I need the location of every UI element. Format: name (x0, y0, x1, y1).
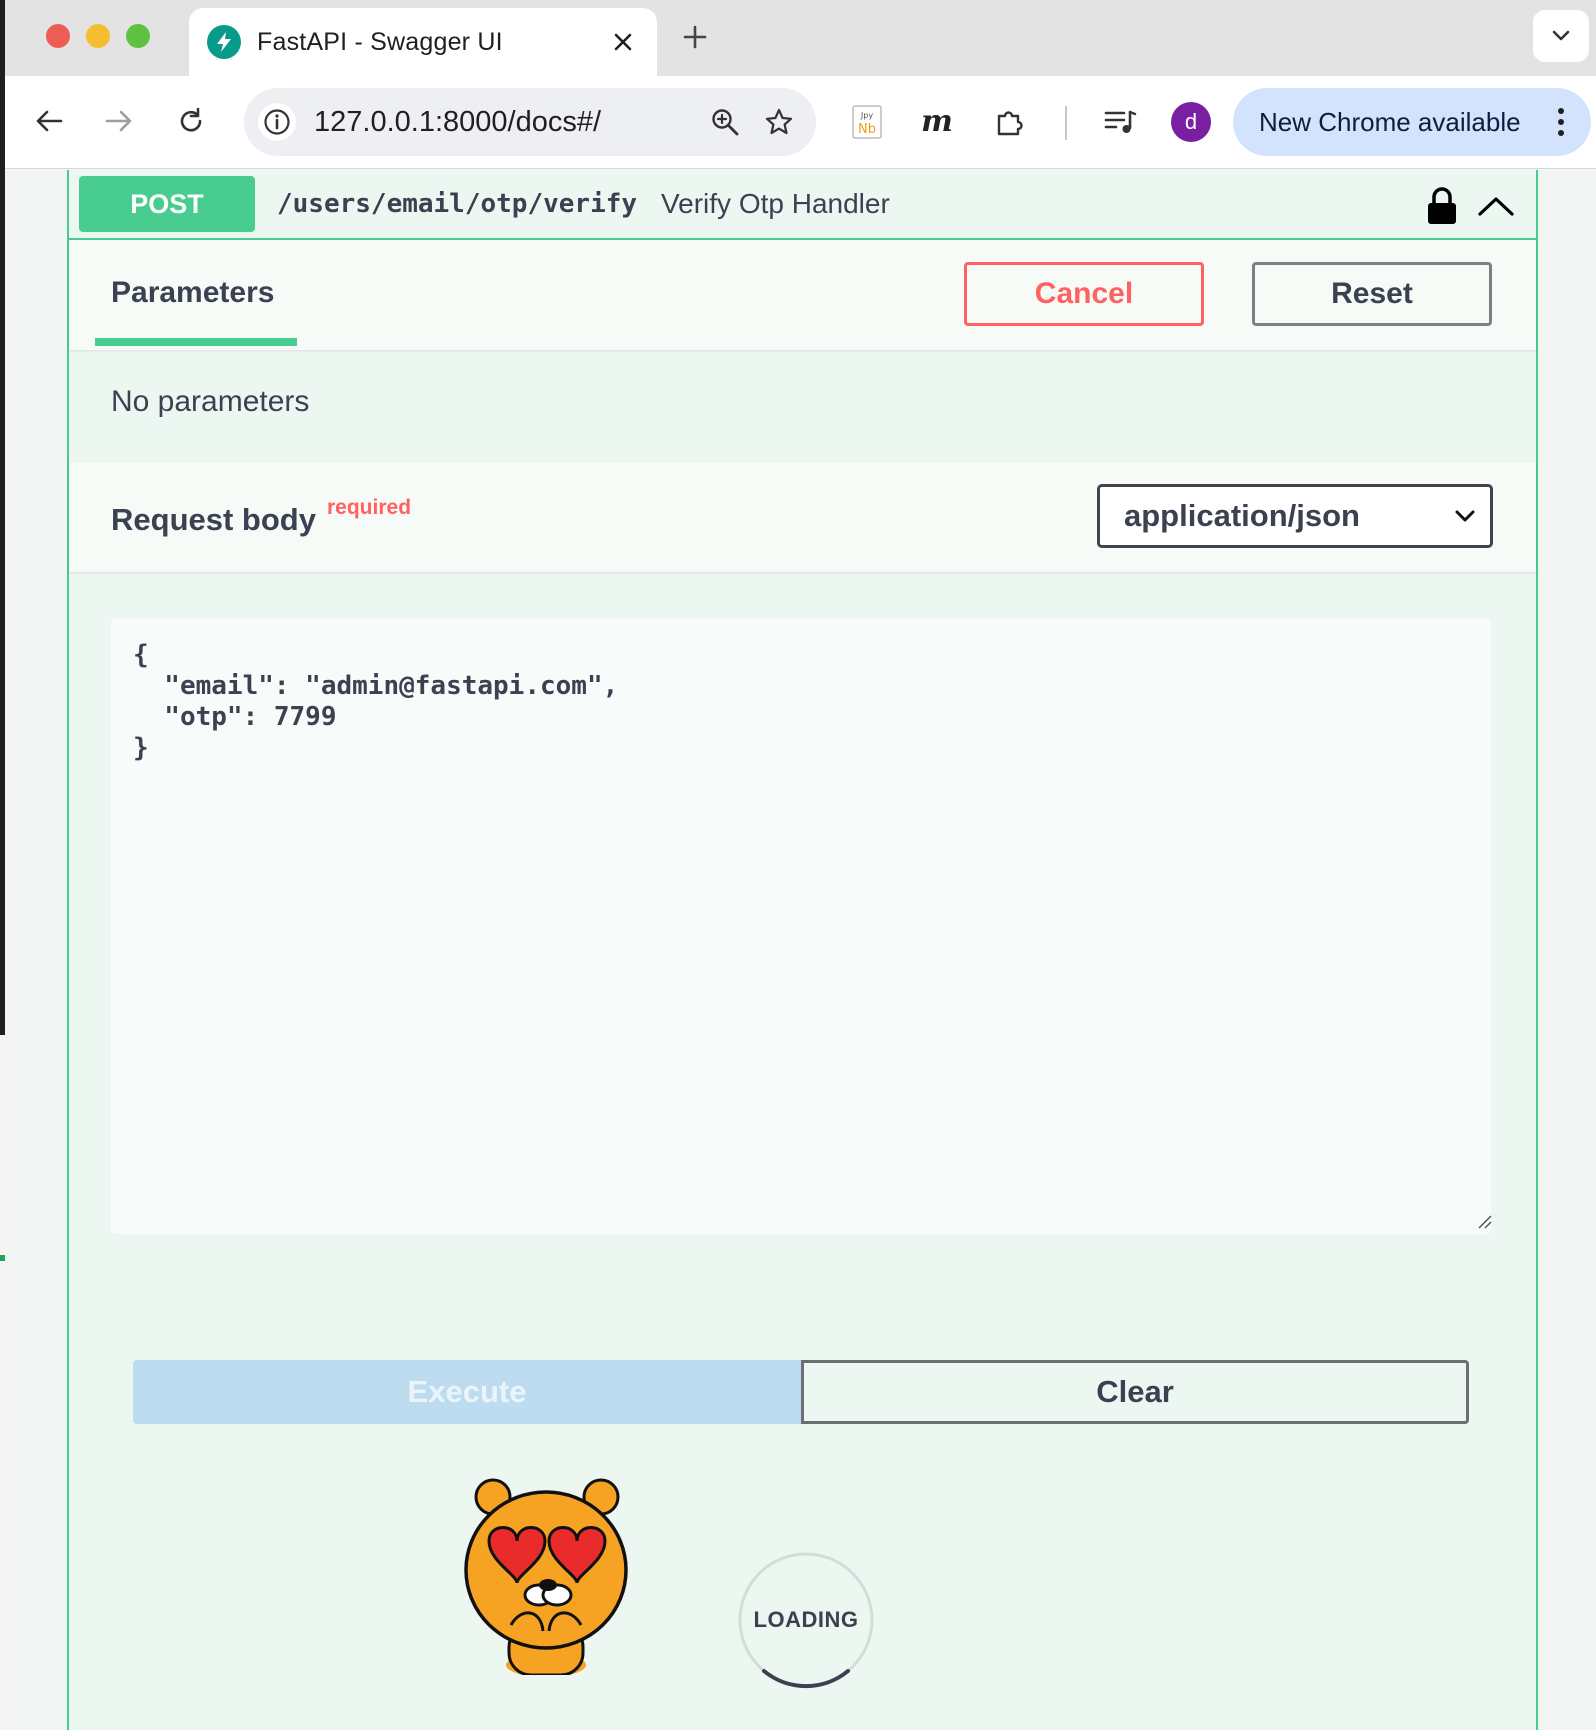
bookmark-star-icon[interactable] (752, 95, 806, 149)
active-tab-indicator (95, 338, 297, 346)
svg-text:Jpy: Jpy (860, 111, 873, 120)
execute-button[interactable]: Execute (133, 1360, 801, 1424)
svg-text:Nb: Nb (858, 122, 876, 137)
loading-label: LOADING (753, 1607, 859, 1632)
fastapi-icon (207, 25, 241, 59)
lock-icon[interactable] (1417, 178, 1467, 234)
site-info-icon[interactable] (258, 103, 296, 141)
close-window-button[interactable] (46, 24, 70, 48)
tab-title: FastAPI - Swagger UI (257, 27, 503, 56)
cancel-button[interactable]: Cancel (964, 262, 1204, 326)
clear-button[interactable]: Clear (801, 1360, 1469, 1424)
zoom-icon[interactable] (698, 95, 752, 149)
svg-text:m: m (921, 107, 953, 137)
reset-button[interactable]: Reset (1252, 262, 1492, 326)
chrome-update-button[interactable]: New Chrome available (1233, 88, 1591, 156)
operation-summary-text: Verify Otp Handler (661, 188, 890, 219)
tab-search-chevron-icon[interactable] (1533, 10, 1589, 62)
close-tab-icon[interactable] (601, 20, 645, 64)
tab-strip: FastAPI - Swagger UI (5, 0, 1596, 76)
browser-tab[interactable]: FastAPI - Swagger UI (189, 8, 657, 76)
toolbar-separator (1065, 106, 1067, 140)
parameters-header: Parameters Cancel Reset (69, 240, 1536, 350)
no-parameters-text: No parameters (111, 385, 310, 418)
content-type-value: application/json (1124, 498, 1360, 533)
new-tab-icon[interactable] (672, 14, 718, 60)
puzzle-icon[interactable] (984, 96, 1036, 148)
update-label: New Chrome available (1259, 106, 1521, 137)
request-body-header: Request body required application/json (69, 462, 1536, 572)
operation-summary[interactable]: POST /users/email/otp/verify Verify Otp … (69, 170, 1536, 240)
m-extension-icon[interactable]: m (911, 96, 963, 148)
address-bar[interactable]: 127.0.0.1:8000/docs#/ (244, 88, 816, 156)
back-arrow-icon[interactable] (22, 94, 76, 148)
request-body-title: Request body (111, 502, 316, 537)
minimize-window-button[interactable] (86, 24, 110, 48)
reload-icon[interactable] (164, 94, 218, 148)
maximize-window-button[interactable] (126, 24, 150, 48)
method-badge: POST (79, 176, 255, 232)
chevron-down-icon (1440, 509, 1490, 523)
url-text[interactable]: 127.0.0.1:8000/docs#/ (314, 106, 698, 139)
tab-parameters[interactable]: Parameters (111, 276, 274, 310)
bear-mascot-image (464, 1478, 628, 1675)
page-content: POST /users/email/otp/verify Verify Otp … (5, 170, 1596, 1730)
media-control-icon[interactable] (1095, 96, 1147, 148)
content-type-select[interactable]: application/json (1097, 484, 1493, 548)
forward-arrow-icon[interactable] (92, 94, 146, 148)
required-badge: required (327, 496, 412, 519)
profile-avatar[interactable]: d (1171, 102, 1211, 142)
operation-block-post: POST /users/email/otp/verify Verify Otp … (67, 170, 1538, 1730)
jupyter-nb-icon[interactable]: Jpy Nb (841, 96, 893, 148)
resize-handle-icon[interactable] (1475, 1212, 1493, 1230)
chevron-up-icon[interactable] (1471, 178, 1521, 234)
operation-path: /users/email/otp/verify (277, 189, 638, 219)
browser-toolbar: 127.0.0.1:8000/docs#/ Jpy Nb m d New Chro… (5, 76, 1596, 169)
kebab-menu-icon[interactable] (1541, 95, 1581, 149)
request-body-editor[interactable]: { "email": "admin@fastapi.com", "otp": 7… (111, 618, 1491, 1234)
